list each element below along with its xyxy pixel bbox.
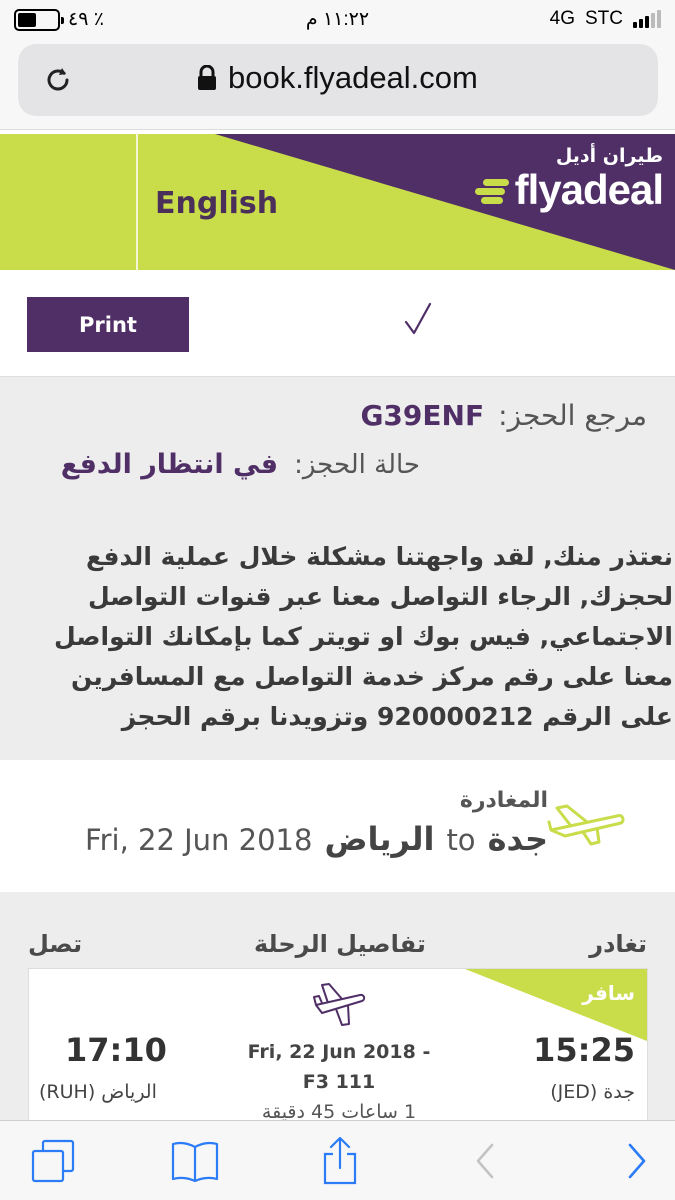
booking-status: حالة الحجز: في انتظار الدفع	[0, 449, 420, 480]
departure-date: Fri, 22 Jun 2018	[85, 823, 313, 857]
arrival-time: 17:10	[65, 1031, 167, 1069]
arrive-column-header: تصل	[28, 930, 83, 958]
signal-icon	[633, 10, 661, 28]
share-button[interactable]	[305, 1121, 375, 1200]
lock-icon	[198, 65, 216, 90]
checkmark-icon	[404, 302, 432, 335]
route-connector: to	[446, 823, 476, 857]
chevron-left-icon	[476, 1143, 494, 1179]
departure-route: جدة to الرياض Fri, 22 Jun 2018	[85, 820, 548, 858]
back-button[interactable]	[450, 1121, 520, 1200]
book-icon	[171, 1141, 219, 1183]
browser-chrome: book.flyadeal.com	[0, 38, 675, 130]
url-display[interactable]: book.flyadeal.com	[196, 60, 478, 96]
booking-status-label: حالة الحجز:	[294, 450, 420, 480]
browser-toolbar	[0, 1120, 675, 1200]
logo-arabic: طيران أديل	[555, 145, 663, 167]
carrier-name: STC	[585, 8, 623, 29]
flyadeal-logo[interactable]: طيران أديل flyadeal	[474, 144, 664, 213]
booking-reference-label: مرجع الحجز:	[498, 399, 647, 432]
details-column-header: تفاصيل الرحلة	[254, 930, 426, 958]
flight-details-section: تغادر تفاصيل الرحلة تصل سافر 15:25 جدة (…	[0, 892, 675, 1148]
forward-button[interactable]	[602, 1121, 672, 1200]
site-header: English طيران أديل flyadeal	[0, 134, 675, 270]
flight-date: Fri, 22 Jun 2018 -	[247, 1041, 431, 1063]
payment-error-message: نعتذر منك, لقد واجهتنا مشكلة خلال عملية …	[54, 542, 673, 731]
tabs-icon	[31, 1139, 75, 1183]
share-icon	[323, 1136, 357, 1185]
flight-plane-icon	[313, 983, 366, 1026]
arrival-airport: الرياض (RUH)	[39, 1081, 157, 1103]
print-button[interactable]: Print	[27, 297, 189, 352]
status-bar: ٤٩ ٪ ١١:٢٢ م 4G STC	[0, 0, 675, 38]
origin-city: الرياض	[324, 820, 435, 858]
fare-badge: سافر	[582, 981, 635, 1005]
departure-title: المغادرة	[459, 788, 548, 813]
booking-status-value: في انتظار الدفع	[60, 449, 279, 480]
departure-airport: جدة (JED)	[550, 1081, 635, 1103]
url-text: book.flyadeal.com	[228, 60, 478, 95]
action-row: Print	[0, 270, 675, 376]
departure-plane-icon	[547, 804, 625, 846]
network-type: 4G	[549, 8, 575, 29]
network-group: 4G STC	[550, 8, 661, 30]
booking-info-panel: مرجع الحجز: G39ENF حالة الحجز: في انتظار…	[0, 376, 675, 760]
reload-icon[interactable]	[40, 62, 76, 98]
logo-mark-icon	[474, 177, 509, 204]
departure-time: 15:25	[533, 1031, 635, 1069]
language-toggle-button[interactable]: English	[155, 186, 278, 221]
chevron-right-icon	[628, 1143, 646, 1179]
destination-city: جدة	[487, 820, 548, 858]
address-bar[interactable]: book.flyadeal.com	[18, 44, 658, 116]
logo-text: flyadeal	[514, 166, 664, 213]
bookmarks-button[interactable]	[160, 1121, 230, 1200]
booking-reference: مرجع الحجز: G39ENF	[360, 399, 647, 432]
tabs-button[interactable]	[18, 1121, 88, 1200]
booking-reference-value: G39ENF	[360, 399, 485, 432]
flight-number: F3 111	[302, 1071, 376, 1093]
depart-column-header: تغادر	[589, 930, 647, 958]
